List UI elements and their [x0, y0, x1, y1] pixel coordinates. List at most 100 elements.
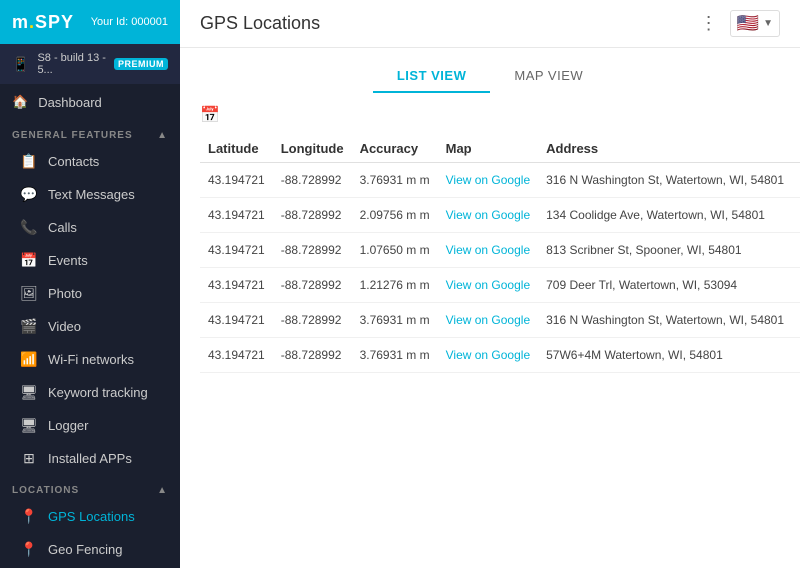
cell-accuracy: 3.76931 m m [352, 163, 438, 198]
sidebar-item-label: Installed APPs [48, 451, 132, 466]
locations-table: Latitude Longitude Accuracy Map Address … [200, 135, 800, 373]
general-section-header: GENERAL FEATURES ▲ [0, 120, 180, 145]
sidebar-item-photo[interactable]: 🖼 Photo [0, 277, 180, 310]
cell-accuracy: 3.76931 m m [352, 338, 438, 373]
sidebar-item-label: Text Messages [48, 187, 135, 202]
sidebar-item-label: Video [48, 319, 81, 334]
cell-location-time: Apr 10, 2020 6:36 PM [792, 233, 800, 268]
sidebar-item-label: Logger [48, 418, 88, 433]
topbar-actions: ⋮ 🇺🇸 ▼ [700, 10, 780, 37]
cell-map[interactable]: View on Google [438, 268, 539, 303]
sidebar-item-video[interactable]: 🎬 Video [0, 310, 180, 343]
tab-map-view[interactable]: MAP VIEW [490, 60, 607, 93]
cell-longitude: -88.728992 [273, 338, 352, 373]
cell-accuracy: 1.07650 m m [352, 233, 438, 268]
device-icon: 📱 [12, 56, 29, 73]
sidebar-item-installed-apps[interactable]: ⊞ Installed APPs [0, 442, 180, 475]
events-icon: 📅 [20, 252, 38, 269]
sidebar-item-calls[interactable]: 📞 Calls [0, 211, 180, 244]
map-link[interactable]: View on Google [446, 348, 531, 362]
sidebar-item-geo-fencing[interactable]: 📍 Geo Fencing [0, 533, 180, 566]
col-header-address: Address [538, 135, 792, 163]
keyword-icon: 🖥 [20, 384, 38, 401]
sidebar-item-contacts[interactable]: 📋 Contacts [0, 145, 180, 178]
tab-list-view[interactable]: LIST VIEW [373, 60, 491, 93]
premium-badge: PREMIUM [114, 58, 168, 70]
cell-longitude: -88.728992 [273, 233, 352, 268]
video-icon: 🎬 [20, 318, 38, 335]
page-title: GPS Locations [200, 13, 320, 34]
cell-longitude: -88.728992 [273, 303, 352, 338]
gps-icon: 📍 [20, 508, 38, 525]
language-selector[interactable]: 🇺🇸 ▼ [730, 10, 780, 37]
sidebar-item-gps-locations[interactable]: 📍 GPS Locations [0, 500, 180, 533]
sidebar-item-events[interactable]: 📅 Events [0, 244, 180, 277]
col-header-latitude: Latitude [200, 135, 273, 163]
map-link[interactable]: View on Google [446, 313, 531, 327]
cell-address: 709 Deer Trl, Watertown, WI, 53094 [538, 268, 792, 303]
cell-address: 316 N Washington St, Watertown, WI, 5480… [538, 163, 792, 198]
cell-longitude: -88.728992 [273, 163, 352, 198]
sidebar-item-dashboard[interactable]: 🏠 Dashboard [0, 84, 180, 120]
cell-location-time: Apr 9, 2020 6:59 PM [792, 163, 800, 198]
map-link[interactable]: View on Google [446, 278, 531, 292]
map-link[interactable]: View on Google [446, 173, 531, 187]
cell-latitude: 43.194721 [200, 233, 273, 268]
table-row: 43.194721-88.7289922.09756 m mView on Go… [200, 198, 800, 233]
cell-address: 316 N Washington St, Watertown, WI, 5480… [538, 303, 792, 338]
cell-map[interactable]: View on Google [438, 163, 539, 198]
table-row: 43.194721-88.7289923.76931 m m View on Go… [200, 163, 800, 198]
table-row: 43.194721-88.7289923.76931 m m View on Go… [200, 338, 800, 373]
table-container: 📅 Latitude Longitude Accuracy Map Addres… [180, 93, 800, 568]
sidebar-item-label: Events [48, 253, 88, 268]
logger-icon: 🖥 [20, 417, 38, 434]
wifi-icon: 📶 [20, 351, 38, 368]
cell-location-time: Apr 8, 2020 6:49 PM [792, 198, 800, 233]
topbar: GPS Locations ⋮ 🇺🇸 ▼ [180, 0, 800, 48]
cell-latitude: 43.194721 [200, 303, 273, 338]
sidebar-item-text-messages[interactable]: 💬 Text Messages [0, 178, 180, 211]
calendar-icon[interactable]: 📅 [200, 105, 220, 125]
sidebar-item-label: Geo Fencing [48, 542, 122, 557]
dropdown-chevron-icon: ▼ [763, 18, 773, 29]
photo-icon: 🖼 [20, 285, 38, 302]
sidebar-item-label: Wi-Fi networks [48, 352, 134, 367]
cell-latitude: 43.194721 [200, 338, 273, 373]
table-header-row: Latitude Longitude Accuracy Map Address … [200, 135, 800, 163]
table-row: 43.194721-88.7289921.07650 m m View on Go… [200, 233, 800, 268]
cell-address: 134 Coolidge Ave, Watertown, WI, 54801 [538, 198, 792, 233]
messages-icon: 💬 [20, 186, 38, 203]
flag-icon: 🇺🇸 [737, 13, 759, 34]
col-header-accuracy: Accuracy [352, 135, 438, 163]
sidebar-item-label: Photo [48, 286, 82, 301]
tabs-row: LIST VIEW MAP VIEW [180, 48, 800, 93]
cell-accuracy: 2.09756 m m [352, 198, 438, 233]
map-link[interactable]: View on Google [446, 208, 531, 222]
sidebar-item-label: Keyword tracking [48, 385, 148, 400]
map-link[interactable]: View on Google [446, 243, 531, 257]
cell-latitude: 43.194721 [200, 198, 273, 233]
general-section-label: GENERAL FEATURES [12, 130, 133, 141]
col-header-location-time: Location Time [792, 135, 800, 163]
cell-map[interactable]: View on Google [438, 338, 539, 373]
cell-map[interactable]: View on Google [438, 198, 539, 233]
cell-location-time: Apr 9, 2020 6:25 PM [792, 268, 800, 303]
cell-location-time: Apr 9, 2020 6:14 PM [792, 303, 800, 338]
locations-section-header: LOCATIONS ▲ [0, 475, 180, 500]
sidebar-item-wifi[interactable]: 📶 Wi-Fi networks [0, 343, 180, 376]
cell-map[interactable]: View on Google [438, 303, 539, 338]
geofence-icon: 📍 [20, 541, 38, 558]
cell-accuracy: 1.21276 m m [352, 268, 438, 303]
sidebar-header: m.SPY Your Id: 000001 [0, 0, 180, 44]
cell-map[interactable]: View on Google [438, 233, 539, 268]
sidebar-item-label: Contacts [48, 154, 99, 169]
sidebar-item-keyword-tracking[interactable]: 🖥 Keyword tracking [0, 376, 180, 409]
more-options-icon[interactable]: ⋮ [700, 13, 718, 34]
cell-longitude: -88.728992 [273, 268, 352, 303]
cell-latitude: 43.194721 [200, 163, 273, 198]
home-icon: 🏠 [12, 94, 28, 110]
sidebar-item-logger[interactable]: 🖥 Logger [0, 409, 180, 442]
cell-accuracy: 3.76931 m m [352, 303, 438, 338]
cell-latitude: 43.194721 [200, 268, 273, 303]
sidebar-item-label: Calls [48, 220, 77, 235]
